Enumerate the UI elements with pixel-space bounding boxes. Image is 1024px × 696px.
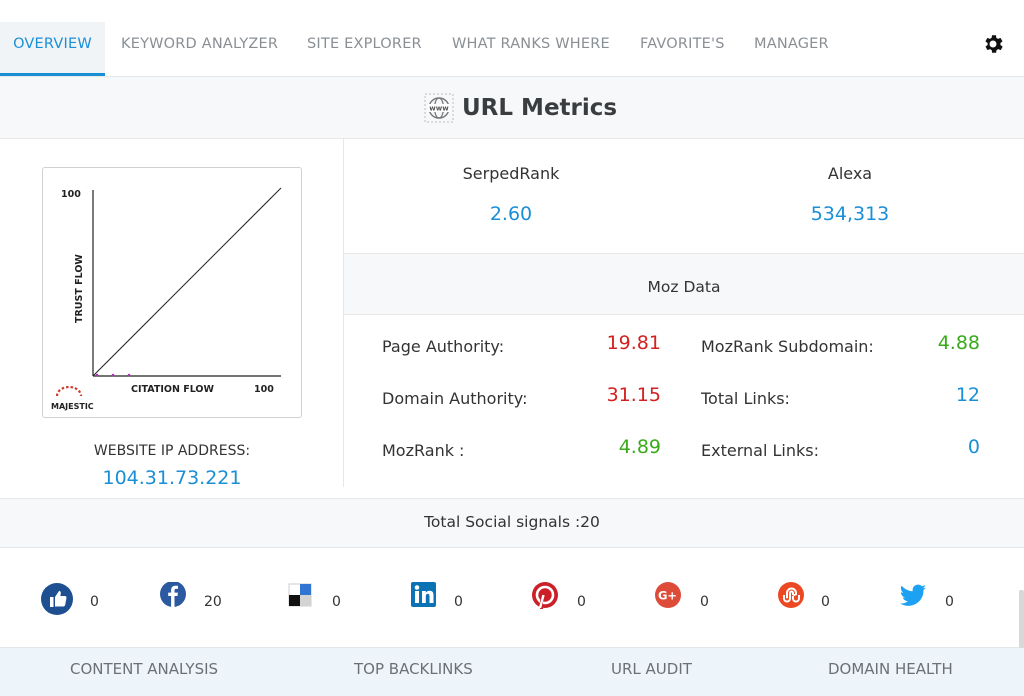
tab-keyword-analyzer[interactable]: KEYWORD ANALYZER	[121, 22, 278, 76]
social-linkedin[interactable]: 0	[411, 582, 531, 616]
svg-text:MAJESTIC: MAJESTIC	[51, 402, 94, 411]
y-axis-label: TRUST FLOW	[74, 254, 85, 323]
tab-domain-health[interactable]: DOMAIN HEALTH	[828, 660, 953, 678]
tab-content-analysis[interactable]: CONTENT ANALYSIS	[70, 660, 218, 678]
external-links-value: 0	[967, 436, 980, 458]
tab-site-explorer[interactable]: SITE EXPLORER	[307, 22, 422, 76]
social-signals-header: Total Social signals :20	[0, 498, 1024, 548]
mozrank-subdomain-value: 4.88	[937, 332, 980, 354]
tab-manager[interactable]: MANAGER	[754, 22, 829, 76]
mozrank-subdomain-label: MozRank Subdomain:	[701, 337, 874, 356]
url-metrics-header: www URL Metrics	[0, 76, 1024, 139]
data-point	[95, 373, 99, 377]
moz-data-title: Moz Data	[647, 278, 721, 296]
social-thumbs-up[interactable]: 0	[40, 582, 160, 616]
data-point	[127, 373, 131, 377]
google-plus-icon: G+	[655, 582, 681, 608]
gear-icon[interactable]	[981, 32, 1005, 56]
serpedrank-value: 2.60	[489, 203, 533, 225]
pinterest-icon	[532, 582, 558, 609]
social-count: 0	[700, 594, 709, 610]
stumbleupon-icon	[778, 582, 804, 608]
alexa-label: Alexa	[827, 164, 873, 183]
social-google-plus[interactable]: G+ 0	[654, 582, 774, 616]
mozrank-label: MozRank :	[382, 441, 465, 460]
social-count: 0	[332, 594, 341, 610]
domain-authority-value: 31.15	[606, 384, 661, 406]
x-max-label: 100	[254, 384, 274, 395]
y-max-label: 100	[61, 189, 81, 200]
page-authority-label: Page Authority:	[382, 337, 505, 356]
diagonal-line	[92, 187, 282, 377]
external-links-label: External Links:	[701, 441, 819, 460]
social-delicious[interactable]: 0	[288, 582, 408, 616]
tab-favorites[interactable]: FAVORITE'S	[640, 22, 725, 76]
website-ip-value: 104.31.73.221	[102, 467, 242, 489]
social-count: 0	[454, 594, 463, 610]
social-pinterest[interactable]: 0	[531, 582, 651, 616]
tab-url-audit[interactable]: URL AUDIT	[611, 660, 692, 678]
facebook-icon	[160, 582, 186, 607]
twitter-icon	[900, 584, 926, 606]
svg-text:www: www	[429, 105, 449, 113]
majestic-logo-icon: MAJESTIC	[51, 385, 94, 411]
social-stumbleupon[interactable]: 0	[777, 582, 897, 616]
majestic-flow-chart: 100 100 CITATION FLOW TRUST FLOW MAJESTI…	[42, 167, 302, 418]
svg-text:G+: G+	[658, 589, 677, 603]
social-facebook[interactable]: 20	[158, 582, 278, 616]
bottom-tabs: CONTENT ANALYSIS TOP BACKLINKS URL AUDIT…	[0, 647, 1024, 696]
tab-top-backlinks[interactable]: TOP BACKLINKS	[354, 660, 473, 678]
page-title: URL Metrics	[462, 95, 618, 121]
thumbs-up-icon	[41, 583, 73, 615]
total-links-label: Total Links:	[701, 389, 790, 408]
social-count: 0	[821, 594, 830, 610]
www-globe-icon: www	[424, 93, 454, 123]
data-point	[111, 373, 115, 377]
page-authority-value: 19.81	[606, 332, 661, 354]
linkedin-icon	[411, 582, 436, 607]
domain-authority-label: Domain Authority:	[382, 389, 528, 408]
social-twitter[interactable]: 0	[899, 582, 1019, 616]
scrollbar[interactable]	[1019, 590, 1024, 648]
total-links-value: 12	[955, 384, 980, 406]
social-count: 0	[945, 594, 954, 610]
delicious-icon	[288, 583, 312, 607]
social-signals-title: Total Social signals :20	[424, 513, 600, 531]
x-axis-label: CITATION FLOW	[131, 384, 214, 395]
tab-overview[interactable]: OVERVIEW	[0, 22, 105, 76]
alexa-value: 534,313	[810, 203, 890, 225]
social-count: 20	[204, 594, 222, 610]
social-count: 0	[90, 594, 99, 610]
mozrank-value: 4.89	[618, 436, 661, 458]
top-nav: OVERVIEW KEYWORD ANALYZER SITE EXPLORER …	[0, 0, 1024, 76]
website-ip-label: WEBSITE IP ADDRESS:	[93, 443, 251, 459]
serpedrank-label: SerpedRank	[462, 164, 560, 183]
moz-data-header: Moz Data	[344, 253, 1024, 315]
social-count: 0	[577, 594, 586, 610]
tab-what-ranks-where[interactable]: WHAT RANKS WHERE	[452, 22, 610, 76]
